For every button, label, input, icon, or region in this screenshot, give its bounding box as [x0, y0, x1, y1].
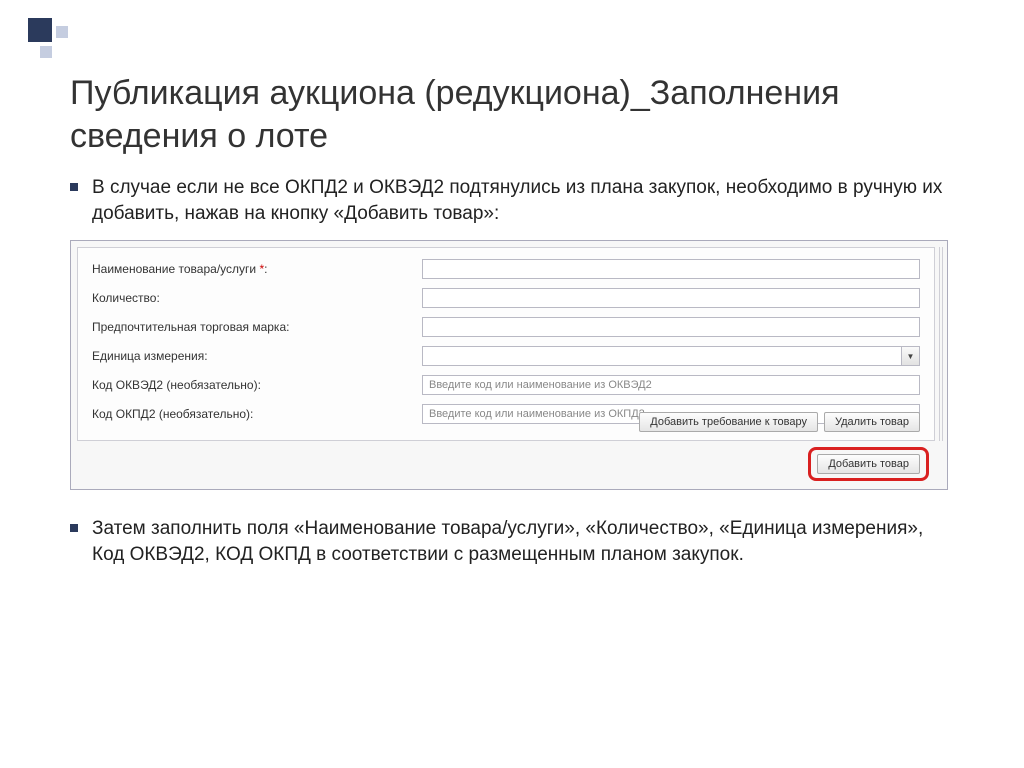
label-quantity: Количество: — [92, 291, 422, 305]
add-requirement-button[interactable]: Добавить требование к товару — [639, 412, 818, 432]
square-bullet-icon — [70, 524, 78, 532]
slide-title: Публикация аукциона (редукциона)_Заполне… — [0, 0, 1024, 157]
input-brand[interactable] — [422, 317, 920, 337]
form-screenshot: Наименование товара/услуги *: Количество… — [70, 240, 948, 490]
label-name: Наименование товара/услуги *: — [92, 262, 422, 276]
input-okved[interactable]: Введите код или наименование из ОКВЭД2 — [422, 375, 920, 395]
input-quantity[interactable] — [422, 288, 920, 308]
bullet-text: Затем заполнить поля «Наименование товар… — [92, 516, 954, 567]
square-bullet-icon — [70, 183, 78, 191]
label-okpd: Код ОКПД2 (необязательно): — [92, 407, 422, 421]
row-brand: Предпочтительная торговая марка: — [92, 316, 920, 338]
row-name: Наименование товара/услуги *: — [92, 258, 920, 280]
label-unit: Единица измерения: — [92, 349, 422, 363]
scrollbar-rule — [939, 247, 943, 441]
chevron-down-icon: ▼ — [901, 347, 919, 365]
bullet-item: Затем заполнить поля «Наименование товар… — [70, 516, 954, 567]
row-unit: Единица измерения: ▼ — [92, 345, 920, 367]
row-okved: Код ОКВЭД2 (необязательно): Введите код … — [92, 374, 920, 396]
bullet-text: В случае если не все ОКПД2 и ОКВЭД2 подт… — [92, 175, 954, 226]
row-quantity: Количество: — [92, 287, 920, 309]
inner-button-row: Добавить требование к товару Удалить тов… — [639, 412, 920, 432]
add-product-button[interactable]: Добавить товар — [817, 454, 920, 474]
form-panel: Наименование товара/услуги *: Количество… — [77, 247, 935, 441]
label-okved: Код ОКВЭД2 (необязательно): — [92, 378, 422, 392]
label-brand: Предпочтительная торговая марка: — [92, 320, 422, 334]
input-name[interactable] — [422, 259, 920, 279]
delete-product-button[interactable]: Удалить товар — [824, 412, 920, 432]
select-unit[interactable]: ▼ — [422, 346, 920, 366]
bullet-item: В случае если не все ОКПД2 и ОКВЭД2 подт… — [70, 175, 954, 226]
add-product-highlight: Добавить товар — [808, 447, 929, 481]
highlight-ring: Добавить товар — [808, 447, 929, 481]
